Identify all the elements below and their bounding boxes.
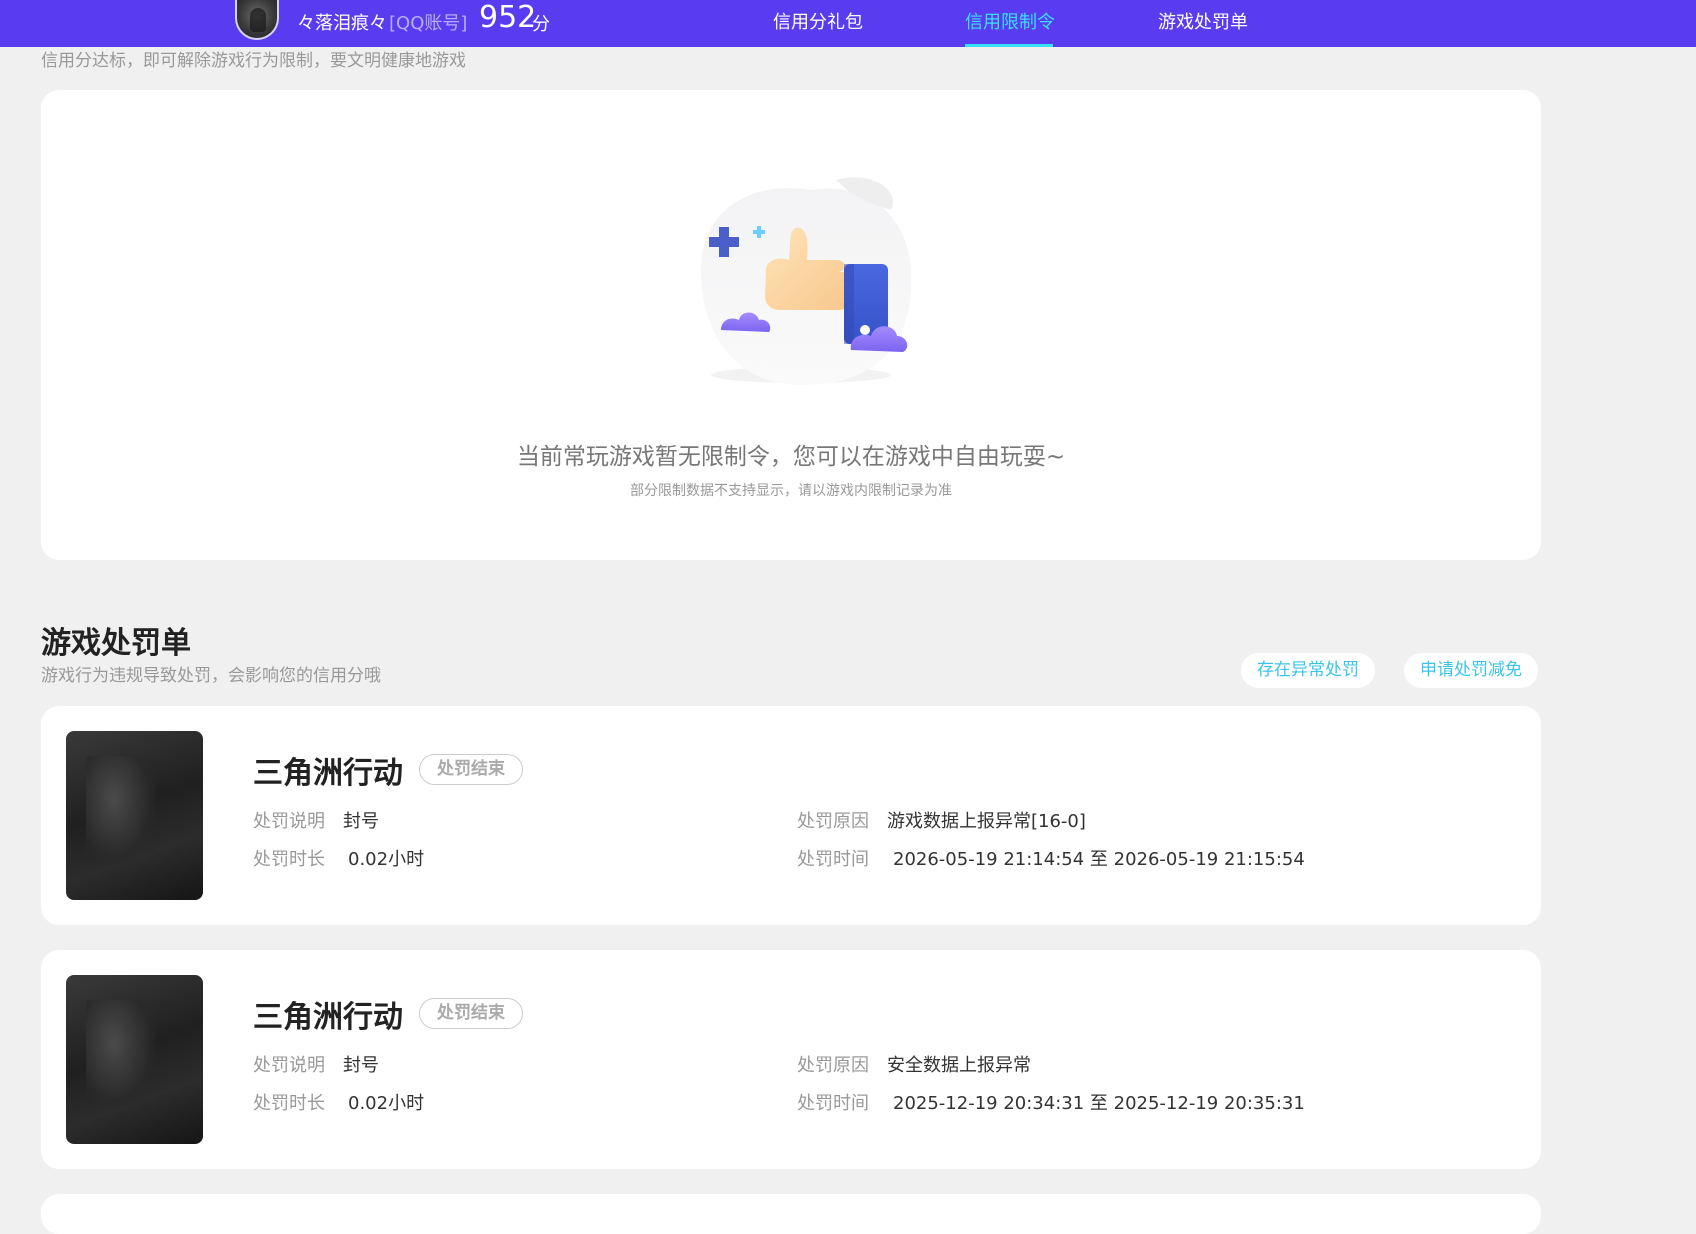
penalty-time-label: 处罚时间 — [797, 849, 869, 870]
game-name: 三角洲行动 — [253, 756, 403, 791]
penalty-time-label: 处罚时间 — [797, 1093, 869, 1114]
penalty-duration-value: 0.02小时 — [348, 849, 425, 870]
penalty-time-value: 2026-05-19 21:14:54 至 2026-05-19 21:15:5… — [893, 849, 1305, 870]
tab-credit-gift[interactable]: 信用分礼包 — [773, 8, 863, 34]
credit-score: 952 — [479, 0, 537, 35]
penalty-section-title: 游戏处罚单 — [41, 626, 191, 661]
penalty-reason-label: 处罚原因 — [797, 1055, 869, 1076]
penalty-duration-label: 处罚时长 — [253, 1093, 325, 1114]
penalty-note-label: 处罚说明 — [253, 1055, 325, 1076]
penalty-card-partial — [41, 1194, 1541, 1234]
account-type: [QQ账号] — [389, 13, 468, 34]
penalty-duration-value: 0.02小时 — [348, 1093, 425, 1114]
status-badge: 处罚结束 — [419, 998, 523, 1029]
penalty-section-description: 游戏行为违规导致处罚，会影响您的信用分哦 — [41, 666, 381, 686]
game-name: 三角洲行动 — [253, 1000, 403, 1035]
penalty-card[interactable]: 三角洲行动 处罚结束 处罚说明 封号 处罚时长 0.02小时 处罚原因 安全数据… — [41, 950, 1541, 1169]
top-nav-bar: 々落泪痕々 [QQ账号] 952 分 信用分礼包 信用限制令 游戏处罚单 — [0, 0, 1696, 47]
penalty-reason-value: 安全数据上报异常 — [887, 1055, 1031, 1076]
active-tab-indicator — [965, 44, 1053, 47]
game-thumbnail — [66, 975, 203, 1144]
penalty-card[interactable]: 三角洲行动 处罚结束 处罚说明 封号 处罚时长 0.02小时 处罚原因 游戏数据… — [41, 706, 1541, 925]
abnormal-penalty-button[interactable]: 存在异常处罚 — [1241, 653, 1375, 688]
penalty-note-value: 封号 — [343, 811, 379, 832]
empty-state-subtitle: 部分限制数据不支持显示，请以游戏内限制记录为准 — [630, 483, 952, 499]
empty-state-title: 当前常玩游戏暂无限制令，您可以在游戏中自由玩耍~ — [516, 444, 1066, 470]
game-thumbnail — [66, 731, 203, 900]
appeal-penalty-button[interactable]: 申请处罚减免 — [1404, 653, 1538, 688]
penalty-duration-label: 处罚时长 — [253, 849, 325, 870]
penalty-note-value: 封号 — [343, 1055, 379, 1076]
restriction-empty-card: 当前常玩游戏暂无限制令，您可以在游戏中自由玩耍~ 部分限制数据不支持显示，请以游… — [41, 90, 1541, 560]
thumbs-up-icon — [701, 177, 912, 385]
tab-game-penalty[interactable]: 游戏处罚单 — [1158, 8, 1248, 34]
tab-credit-restriction[interactable]: 信用限制令 — [965, 8, 1055, 34]
credit-score-unit: 分 — [532, 14, 550, 35]
penalty-note-label: 处罚说明 — [253, 811, 325, 832]
penalty-time-value: 2025-12-19 20:34:31 至 2025-12-19 20:35:3… — [893, 1093, 1305, 1114]
penalty-reason-value: 游戏数据上报异常[16-0] — [887, 811, 1086, 832]
status-badge: 处罚结束 — [419, 754, 523, 785]
user-name: 々落泪痕々 — [297, 13, 387, 34]
penalty-reason-label: 处罚原因 — [797, 811, 869, 832]
restriction-description: 信用分达标，即可解除游戏行为限制，要文明健康地游戏 — [41, 51, 466, 71]
avatar[interactable] — [235, 0, 279, 40]
